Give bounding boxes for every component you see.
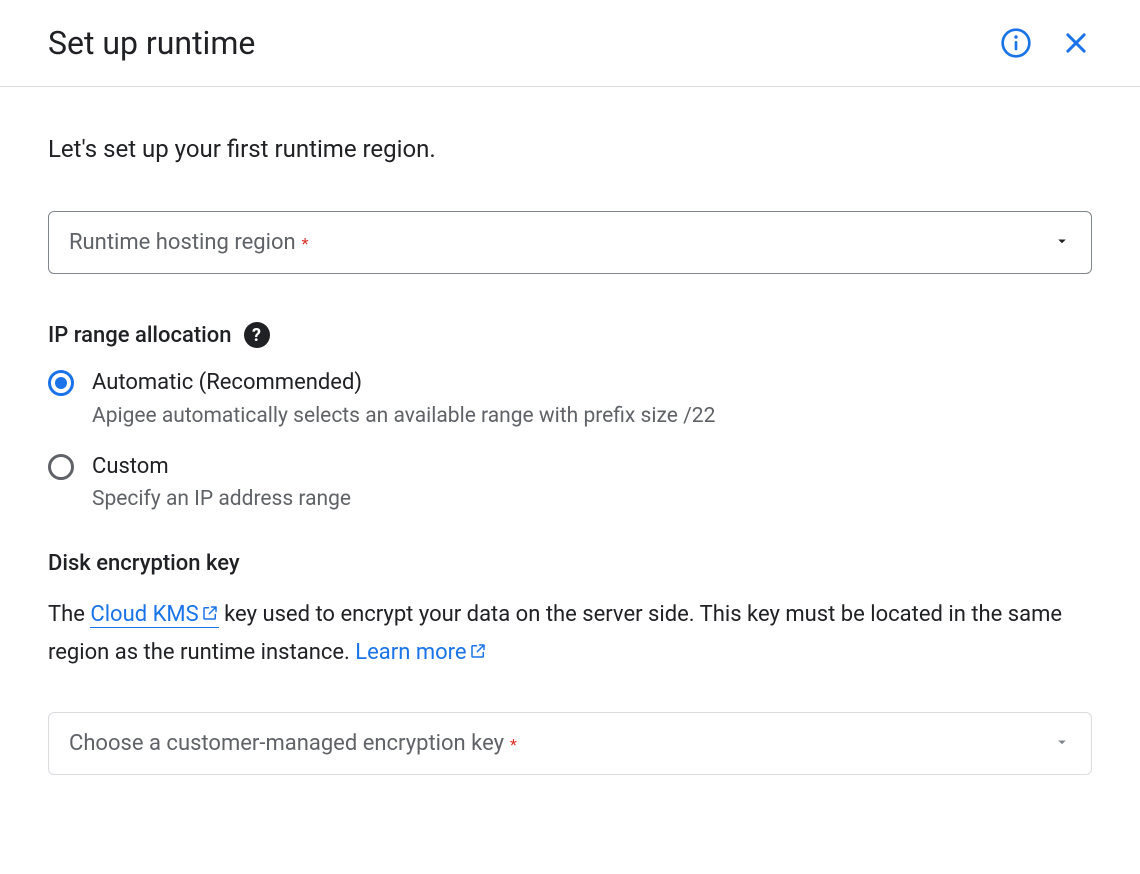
help-icon[interactable]: ? <box>244 322 270 348</box>
ip-range-heading: IP range allocation ? <box>48 322 1092 348</box>
dropdown-arrow-icon <box>1053 232 1071 254</box>
dialog-header: Set up runtime <box>0 0 1140 87</box>
dropdown-arrow-icon <box>1053 733 1071 755</box>
radio-label: Automatic (Recommended) <box>92 368 715 398</box>
select-label: Runtime hosting region * <box>69 230 309 255</box>
runtime-region-select[interactable]: Runtime hosting region * <box>48 211 1092 274</box>
intro-text: Let's set up your first runtime region. <box>48 135 1092 163</box>
cloud-kms-link[interactable]: Cloud KMS <box>90 602 218 628</box>
required-asterisk: * <box>506 735 517 754</box>
radio-description: Specify an IP address range <box>92 487 351 511</box>
select-label: Choose a customer-managed encryption key… <box>69 731 517 756</box>
external-link-icon <box>201 597 219 634</box>
disk-encryption-heading: Disk encryption key <box>48 551 1092 576</box>
close-icon[interactable] <box>1060 27 1092 59</box>
external-link-icon <box>469 635 487 672</box>
required-asterisk: * <box>298 234 309 253</box>
radio-button-icon <box>48 370 74 396</box>
radio-automatic[interactable]: Automatic (Recommended) Apigee automatic… <box>48 368 1092 428</box>
disk-encryption-description: The Cloud KMS key used to encrypt your d… <box>48 596 1092 672</box>
radio-button-icon <box>48 454 74 480</box>
dialog-content: Let's set up your first runtime region. … <box>0 87 1140 855</box>
dialog-title: Set up runtime <box>48 24 255 62</box>
encryption-key-select[interactable]: Choose a customer-managed encryption key… <box>48 712 1092 775</box>
radio-label: Custom <box>92 452 351 482</box>
radio-custom[interactable]: Custom Specify an IP address range <box>48 452 1092 512</box>
learn-more-link[interactable]: Learn more <box>355 640 486 665</box>
ip-range-radio-group: Automatic (Recommended) Apigee automatic… <box>48 368 1092 511</box>
info-icon[interactable] <box>1000 27 1032 59</box>
header-actions <box>1000 27 1092 59</box>
radio-description: Apigee automatically selects an availabl… <box>92 404 715 428</box>
